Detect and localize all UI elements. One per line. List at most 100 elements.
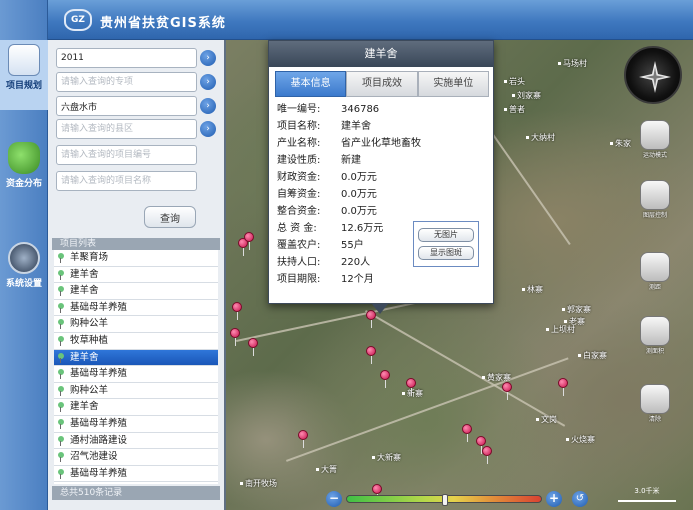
- map-marker[interactable]: [244, 232, 254, 250]
- settings-gear-icon: [8, 242, 40, 274]
- popup-tabs: 基本信息 项目成效 实施单位: [275, 71, 489, 97]
- list-item[interactable]: 基础母羊养殖: [54, 299, 218, 317]
- tool-label: 测距: [648, 284, 661, 291]
- place-label: 岩头: [504, 76, 525, 87]
- place-label: 普者: [504, 104, 525, 115]
- tool-label: 清除: [648, 416, 661, 423]
- info-value: 12.6万元: [341, 223, 384, 234]
- list-item-label: 建羊舍: [70, 268, 99, 280]
- show-photo-button[interactable]: 显示图斑: [418, 246, 474, 260]
- list-item-label: 沼气池建设: [70, 451, 118, 463]
- tool-motion-mode[interactable]: 运动模式: [638, 120, 672, 159]
- list-item[interactable]: 通村油路建设: [54, 432, 218, 450]
- list-item-label: 羊聚育场: [70, 252, 109, 263]
- app-header: GZ 贵州省扶贫GIS系统: [48, 0, 693, 40]
- chevron-right-icon[interactable]: ›: [200, 98, 216, 114]
- map-marker[interactable]: [558, 378, 568, 396]
- list-item[interactable]: 建羊舍: [54, 266, 218, 284]
- map-marker[interactable]: [298, 430, 308, 448]
- list-item-label: 基础母羊养殖: [70, 368, 128, 380]
- info-row: 产业名称: 省产业化草地畜牧: [277, 135, 487, 152]
- list-item[interactable]: 沼气池建设: [54, 449, 218, 466]
- place-label: 新寨: [402, 388, 423, 399]
- map-marker[interactable]: [380, 370, 390, 388]
- tab-basic-info[interactable]: 基本信息: [275, 71, 347, 97]
- info-row: 财政资金: 0.0万元: [277, 169, 487, 186]
- year-field: ›: [56, 48, 243, 68]
- map-marker[interactable]: [232, 302, 242, 320]
- zoom-slider[interactable]: [346, 494, 542, 506]
- zoom-out-button[interactable]: −: [326, 491, 342, 507]
- compass[interactable]: [624, 46, 682, 104]
- list-item[interactable]: 基础母羊养殖: [54, 465, 218, 483]
- info-key: 唯一编号:: [277, 104, 321, 115]
- project-name-field: [56, 171, 243, 191]
- place-label: 白家寨: [578, 350, 607, 361]
- zoom-in-button[interactable]: +: [546, 491, 562, 507]
- list-item-label: 基础母羊养殖: [70, 417, 128, 429]
- list-item[interactable]: 牧草种植: [54, 332, 218, 350]
- info-key: 自筹资金:: [277, 189, 321, 200]
- list-item[interactable]: 建羊舍: [54, 283, 218, 300]
- nav-item-settings[interactable]: 系统设置: [0, 238, 48, 308]
- tool-measure-distance[interactable]: 测距: [638, 252, 672, 291]
- info-key: 建设性质:: [277, 155, 321, 166]
- popup-title: 建羊舍: [269, 41, 493, 67]
- tool-label: 图层控制: [642, 212, 667, 219]
- tab-implementing-unit[interactable]: 实施单位: [417, 71, 489, 97]
- nav-item-fund-distribution[interactable]: 资金分布: [0, 138, 48, 208]
- list-item-label: 购种公羊: [70, 384, 109, 396]
- compass-rose-icon: [639, 61, 671, 93]
- chevron-right-icon[interactable]: ›: [200, 121, 216, 137]
- city-input[interactable]: [56, 96, 197, 116]
- list-item[interactable]: 建羊舍: [54, 349, 218, 367]
- map-marker[interactable]: [462, 424, 472, 442]
- tool-clear[interactable]: 清除: [638, 384, 672, 423]
- chevron-right-icon[interactable]: ›: [200, 50, 216, 66]
- project-no-input[interactable]: [56, 145, 197, 165]
- list-item[interactable]: 羊聚育场: [54, 250, 218, 267]
- no-image-button[interactable]: 无图片: [418, 228, 474, 242]
- nav-item-project-plan[interactable]: 项目规划: [0, 40, 48, 110]
- project-type-field: ›: [56, 72, 243, 92]
- map-marker[interactable]: [230, 328, 240, 346]
- tab-project-results[interactable]: 项目成效: [346, 71, 418, 97]
- area-icon: [640, 316, 670, 346]
- info-key: 项目名称:: [277, 121, 321, 132]
- list-item[interactable]: 购种公羊: [54, 382, 218, 400]
- map-marker[interactable]: [502, 382, 512, 400]
- map-pin-icon: [58, 468, 64, 479]
- reset-view-button[interactable]: ↺: [572, 491, 588, 507]
- info-row: 整合资金: 0.0万元: [277, 203, 487, 220]
- popup-pointer: [372, 304, 388, 314]
- nav-item-label: 系统设置: [5, 279, 42, 289]
- list-item[interactable]: 购种公羊: [54, 316, 218, 333]
- zoom-slider-thumb[interactable]: [442, 494, 448, 506]
- list-item[interactable]: 基础母羊养殖: [54, 366, 218, 383]
- tool-layer-control[interactable]: 图层控制: [638, 180, 672, 219]
- query-button[interactable]: 查询: [144, 206, 196, 228]
- tool-label: 测面积: [645, 348, 664, 355]
- project-name-input[interactable]: [56, 171, 197, 191]
- map-marker[interactable]: [476, 436, 486, 454]
- nav-item-label: 资金分布: [5, 179, 42, 189]
- info-key: 覆盖农户:: [277, 240, 321, 251]
- tool-measure-area[interactable]: 测面积: [638, 316, 672, 355]
- list-item[interactable]: 建羊舍: [54, 399, 218, 416]
- info-row: 唯一编号: 346786: [277, 101, 487, 118]
- map-marker[interactable]: [482, 446, 492, 464]
- map-marker[interactable]: [366, 346, 376, 364]
- place-label: 文岗: [536, 414, 557, 425]
- county-input[interactable]: [56, 119, 197, 139]
- chevron-right-icon[interactable]: ›: [200, 74, 216, 90]
- project-type-input[interactable]: [56, 72, 197, 92]
- list-item[interactable]: 基础母羊养殖: [54, 415, 218, 433]
- money-bag-icon: [8, 142, 40, 174]
- scale-bar: 3.0千米: [618, 486, 676, 502]
- map-marker[interactable]: [248, 338, 258, 356]
- list-item-label: 建羊舍: [70, 351, 99, 363]
- map-marker[interactable]: [406, 378, 416, 396]
- place-label: 南开牧场: [240, 478, 277, 489]
- year-input[interactable]: [56, 48, 197, 68]
- map-pin-icon: [58, 369, 64, 380]
